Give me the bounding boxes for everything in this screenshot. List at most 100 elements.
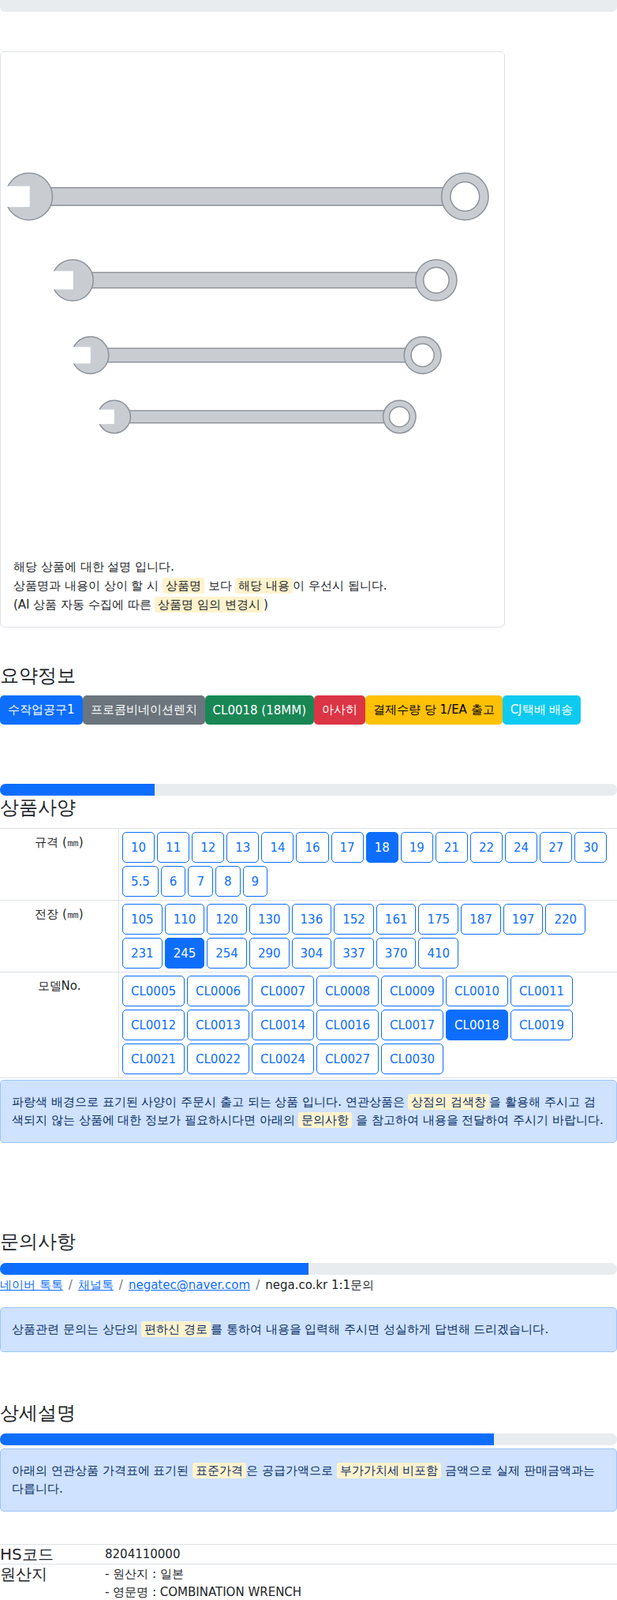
spec-option-button[interactable]: 8 — [215, 865, 241, 897]
spec-option-button[interactable]: 18 — [366, 831, 399, 863]
spec-option-button[interactable]: 304 — [291, 937, 333, 969]
spec-option-button[interactable]: 7 — [187, 865, 214, 897]
spec-option-button[interactable]: 231 — [122, 937, 163, 969]
spec-option-button[interactable]: CL0024 — [251, 1043, 315, 1074]
spec-option-button[interactable]: CL0011 — [510, 975, 573, 1006]
spec-option-button[interactable]: 19 — [400, 831, 434, 863]
spec-option-button[interactable]: 290 — [249, 937, 290, 969]
link-separator: / — [255, 1276, 260, 1293]
spec-option-button[interactable]: 245 — [164, 937, 206, 969]
spec-option-button[interactable]: 130 — [249, 903, 290, 935]
detail-values: - 원산지 : 일본- 영문명 : COMBINATION WRENCH — [104, 1563, 617, 1600]
spec-option-button[interactable]: CL0009 — [381, 975, 444, 1006]
spec-option-button[interactable]: 6 — [160, 865, 187, 897]
spec-option-button[interactable]: CL0017 — [381, 1009, 444, 1040]
text: 아래의 연관상품 가격표에 표기된 — [11, 1462, 193, 1478]
text: 이 우선시 됩니다. — [292, 578, 387, 593]
spec-option-button[interactable]: 152 — [333, 903, 374, 935]
detail-heading: 상세설명 — [0, 1400, 617, 1425]
detail-label: 원산지 — [0, 1563, 105, 1600]
spec-option-button[interactable]: 337 — [333, 937, 374, 969]
spec-option-button[interactable]: 254 — [206, 937, 247, 969]
spec-option-button[interactable]: CL0007 — [251, 975, 315, 1006]
spec-option-button[interactable]: 13 — [226, 831, 259, 863]
spec-option-button[interactable]: 16 — [295, 831, 329, 863]
text: 보다 — [204, 578, 236, 593]
progress-fill — [0, 1432, 494, 1445]
text: 를 통하여 내용을 입력해 주시면 성실하게 답변해 드리겠습니다. — [210, 1321, 549, 1336]
detail-notice: 아래의 연관상품 가격표에 표기된 표준가격은 공급가액으로 부가가치세 비포함… — [0, 1447, 617, 1511]
inquiry-notice: 상품관련 문의는 상단의 편하신 경로를 통하여 내용을 입력해 주시면 성실하… — [0, 1306, 617, 1352]
inquiry-links: 네이버 톡톡/채널톡/negatec@naver.com/nega.co.kr … — [0, 1276, 617, 1293]
spec-option-button[interactable]: CL0013 — [186, 1009, 250, 1040]
detail-table: HS코드8204110000원산지- 원산지 : 일본- 영문명 : COMBI… — [0, 1543, 617, 1600]
detail-label: HS코드 — [0, 1544, 105, 1564]
spec-option-button[interactable]: 27 — [539, 831, 573, 863]
spec-option-button[interactable]: CL0027 — [316, 1043, 379, 1074]
spec-option-button[interactable]: 17 — [331, 831, 364, 863]
spec-notice: 파랑색 배경으로 표기된 사양이 주문시 출고 되는 상품 입니다. 연관상품은… — [0, 1079, 617, 1143]
text: (AI 상품 자동 수집에 따른 — [13, 597, 155, 612]
text: 해당 상품에 대한 설명 입니다. — [13, 559, 175, 574]
spec-option-button[interactable]: 5.5 — [122, 865, 159, 897]
wrench-icon — [70, 336, 442, 374]
spec-option-button[interactable]: 21 — [435, 831, 468, 863]
highlight-text: 문의사항 — [298, 1111, 352, 1128]
spec-option-button[interactable]: CL0022 — [186, 1043, 250, 1074]
detail-row: HS코드8204110000 — [0, 1543, 617, 1564]
text: 은 공급가액으로 — [246, 1462, 337, 1478]
spec-option-button[interactable]: 12 — [191, 831, 225, 863]
inquiry-link[interactable]: negatec@naver.com — [128, 1276, 251, 1293]
spec-option-button[interactable]: CL0018 — [445, 1009, 509, 1040]
summary-heading: 요약정보 — [0, 663, 617, 688]
wrench-icon — [96, 400, 416, 433]
spec-option-button[interactable]: 175 — [418, 903, 459, 935]
product-card: 해당 상품에 대한 설명 입니다.상품명과 내용이 상이 할 시 상품명 보다 … — [0, 51, 505, 628]
spec-option-button[interactable]: 197 — [503, 903, 544, 935]
spec-option-button[interactable]: 30 — [574, 831, 607, 863]
progress-fill — [0, 783, 155, 796]
spec-option-button[interactable]: 9 — [243, 865, 269, 897]
description-line: 해당 상품에 대한 설명 입니다. — [13, 557, 492, 576]
summary-badge: 아사히 — [314, 695, 366, 725]
description-line: (AI 상품 자동 수집에 따른 상품명 임의 변경시) — [13, 594, 492, 614]
spec-option-button[interactable]: CL0012 — [122, 1009, 185, 1040]
spec-option-button[interactable]: 22 — [470, 831, 503, 863]
spec-option-button[interactable]: CL0010 — [445, 975, 509, 1006]
inquiry-link[interactable]: 채널톡 — [78, 1276, 114, 1293]
spec-option-button[interactable]: 187 — [460, 903, 502, 935]
spec-options: 1051101201301361521611751871972202312452… — [119, 900, 617, 973]
inquiry-link[interactable]: 네이버 톡톡 — [0, 1276, 64, 1293]
spec-option-button[interactable]: 410 — [418, 937, 459, 969]
summary-badge: CJ택배 배송 — [502, 695, 582, 725]
summary-badge: 수작업공구1 — [0, 695, 83, 725]
detail-value: 8204110000 — [104, 1544, 617, 1564]
text: 을 참고하여 내용을 전달하여 주시기 바랍니다. — [351, 1112, 603, 1127]
spec-option-button[interactable]: CL0014 — [251, 1009, 315, 1040]
text: ) — [263, 597, 269, 612]
spec-option-button[interactable]: 120 — [206, 903, 247, 935]
spec-option-button[interactable]: CL0006 — [186, 975, 250, 1006]
spec-option-button[interactable]: 370 — [376, 937, 417, 969]
inquiry-heading: 문의사항 — [0, 1229, 617, 1253]
spec-option-button[interactable]: 14 — [261, 831, 294, 863]
link-separator: / — [68, 1276, 73, 1293]
text: 상품명과 내용이 상이 할 시 — [13, 578, 163, 593]
spec-option-button[interactable]: CL0030 — [381, 1043, 444, 1074]
spec-option-button[interactable]: 110 — [164, 903, 206, 935]
spec-option-button[interactable]: 11 — [157, 831, 190, 863]
spec-option-button[interactable]: CL0021 — [122, 1043, 185, 1074]
spec-option-button[interactable]: CL0008 — [316, 975, 379, 1006]
spec-option-button[interactable]: 105 — [122, 903, 163, 935]
spec-option-button[interactable]: 161 — [376, 903, 417, 935]
spec-option-button[interactable]: CL0016 — [316, 1009, 379, 1040]
detail-value: - 원산지 : 일본 — [104, 1564, 617, 1583]
spec-option-button[interactable]: 24 — [504, 831, 538, 863]
spec-option-button[interactable]: 136 — [291, 903, 333, 935]
spec-option-button[interactable]: CL0005 — [122, 975, 185, 1006]
inquiry-link[interactable]: nega.co.kr 1:1문의 — [265, 1276, 374, 1293]
summary-badge: CL0018 (18MM) — [205, 695, 315, 725]
spec-option-button[interactable]: 220 — [545, 903, 586, 935]
spec-option-button[interactable]: 10 — [122, 831, 155, 863]
spec-option-button[interactable]: CL0019 — [510, 1009, 573, 1040]
